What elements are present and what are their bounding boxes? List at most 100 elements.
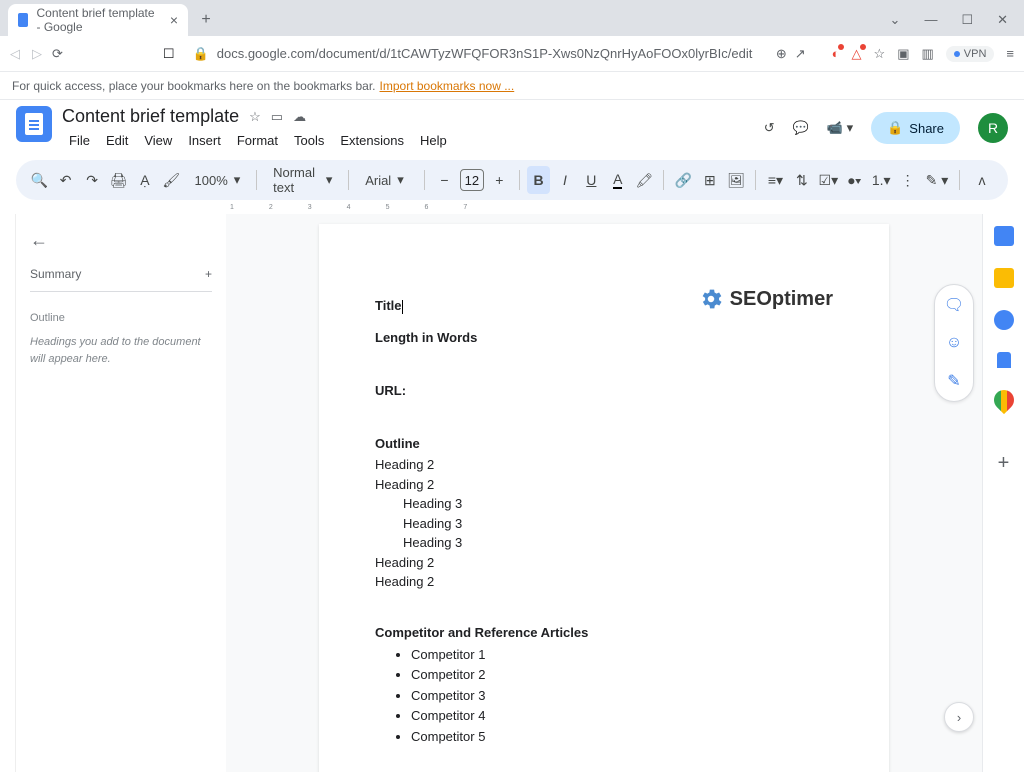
contacts-icon[interactable] [997,352,1011,368]
meet-icon[interactable]: 📹 ▾ [827,120,853,136]
sidebar-icon[interactable]: ▣ [897,46,909,62]
history-icon[interactable]: ↺ [764,120,775,136]
redo-icon[interactable]: ↷ [81,166,103,194]
paragraph-style-select[interactable]: Normal text ▾ [265,161,340,199]
doc-url-heading[interactable]: URL: [375,381,833,401]
competitor-item[interactable]: Competitor 5 [411,727,833,747]
font-select[interactable]: Arial ▾ [357,168,416,192]
hide-menus-icon[interactable]: ʌ [968,166,996,194]
cloud-status-icon[interactable]: ☁ [293,109,306,125]
zoom-select[interactable]: 100% ▾ [187,168,249,192]
insert-comment-icon[interactable]: ⊞ [699,166,721,194]
underline-button[interactable]: U [580,166,602,194]
menu-tools[interactable]: Tools [287,129,331,152]
document-page[interactable]: SEOptimer Title Length in Words URL: Out… [319,224,889,772]
checklist-icon[interactable]: ☑▾ [817,166,839,194]
vertical-ruler[interactable] [0,214,16,772]
lock-icon[interactable]: 🔒 [193,46,209,62]
brave-rewards-icon[interactable]: △ [852,46,862,62]
collapse-outline-icon[interactable]: ← [30,230,212,251]
highlight-button[interactable]: 🖍 [633,166,655,194]
move-icon[interactable]: ▭ [271,109,283,125]
search-menus-icon[interactable]: 🔍 [28,166,50,194]
font-size-input[interactable]: 12 [460,169,484,191]
document-canvas[interactable]: SEOptimer Title Length in Words URL: Out… [226,214,982,772]
new-tab-button[interactable]: + [194,8,218,32]
line-spacing-icon[interactable]: ⇅ [791,166,813,194]
undo-icon[interactable]: ↶ [54,166,76,194]
menu-extensions[interactable]: Extensions [333,129,411,152]
comments-icon[interactable]: 💬 [793,120,809,136]
editing-mode-icon[interactable]: ✎ ▾ [923,166,951,194]
add-addon-icon[interactable]: + [998,452,1010,475]
outline-item[interactable]: Heading 3 [403,533,833,553]
keep-icon[interactable] [994,268,1014,288]
competitor-item[interactable]: Competitor 4 [411,706,833,726]
more-format-icon[interactable]: ⋮ [896,166,918,194]
maximize-icon[interactable]: ☐ [961,12,973,28]
zoom-page-icon[interactable]: ⊕ [776,46,787,62]
import-bookmarks-link[interactable]: Import bookmarks now ... [380,79,515,93]
competitor-item[interactable]: Competitor 1 [411,645,833,665]
competitor-item[interactable]: Competitor 3 [411,686,833,706]
add-comment-icon[interactable]: 🗨 [939,291,969,319]
suggest-edit-icon[interactable]: ✎ [939,367,969,395]
brave-shield-icon[interactable]: ◐ [832,46,840,61]
google-docs-logo[interactable] [16,106,52,142]
horizontal-ruler[interactable]: 1234567 [0,200,1024,214]
menu-insert[interactable]: Insert [181,129,228,152]
document-title[interactable]: Content brief template [62,106,239,127]
share-button[interactable]: 🔒 Share [871,112,960,144]
outline-item[interactable]: Heading 2 [375,455,833,475]
outline-item[interactable]: Heading 2 [375,572,833,592]
chevron-down-icon[interactable]: ⌄ [890,12,901,28]
menu-file[interactable]: File [62,129,97,152]
doc-length-heading[interactable]: Length in Words [375,328,833,348]
outline-item[interactable]: Heading 3 [403,514,833,534]
account-avatar[interactable]: R [978,113,1008,143]
close-window-icon[interactable]: ✕ [997,12,1008,28]
star-icon[interactable]: ☆ [249,109,261,125]
share-url-icon[interactable]: ↗ [795,46,806,62]
outline-item[interactable]: Heading 3 [403,494,833,514]
browser-tab[interactable]: Content brief template - Google × [8,4,188,36]
competitor-item[interactable]: Competitor 2 [411,665,833,685]
menu-view[interactable]: View [137,129,179,152]
browser-menu-icon[interactable]: ≡ [1006,46,1014,61]
print-icon[interactable]: 🖨 [107,166,129,194]
minimize-icon[interactable]: — [924,12,937,28]
menu-help[interactable]: Help [413,129,454,152]
close-tab-icon[interactable]: × [170,12,178,28]
nav-back-icon[interactable]: ◁ [10,46,20,62]
url-text[interactable]: docs.google.com/document/d/1tCAWTyzWFQFO… [217,46,768,61]
increase-font-icon[interactable]: + [488,166,510,194]
calendar-icon[interactable] [994,226,1014,246]
decrease-font-icon[interactable]: − [433,166,455,194]
tasks-icon[interactable] [994,310,1014,330]
spellcheck-icon[interactable]: Ạ [134,166,156,194]
menu-edit[interactable]: Edit [99,129,135,152]
menu-format[interactable]: Format [230,129,285,152]
italic-button[interactable]: I [554,166,576,194]
wallet-icon[interactable]: ▥ [921,46,933,62]
align-button[interactable]: ≡▾ [764,166,786,194]
outline-item[interactable]: Heading 2 [375,553,833,573]
vpn-pill[interactable]: VPN [946,46,995,62]
insert-image-icon[interactable]: 🖼 [725,166,747,194]
insert-link-icon[interactable]: 🔗 [672,166,694,194]
explore-button[interactable]: › [944,702,974,732]
bookmark-icon[interactable]: ☐ [163,46,175,62]
paint-format-icon[interactable]: 🖌 [160,166,182,194]
add-emoji-icon[interactable]: ☺ [939,329,969,357]
bulleted-list-icon[interactable]: ⦁▾ [844,166,866,194]
text-color-button[interactable]: A [607,166,629,194]
reload-icon[interactable]: ⟳ [52,46,63,62]
extensions-icon[interactable]: ☆ [874,46,886,62]
doc-title-heading[interactable]: Title [375,298,402,313]
numbered-list-icon[interactable]: 1.▾ [870,166,892,194]
competitors-heading[interactable]: Competitor and Reference Articles [375,623,833,643]
doc-outline-heading[interactable]: Outline [375,434,833,454]
add-summary-icon[interactable]: + [205,267,212,281]
outline-item[interactable]: Heading 2 [375,475,833,495]
maps-icon[interactable] [989,386,1017,414]
